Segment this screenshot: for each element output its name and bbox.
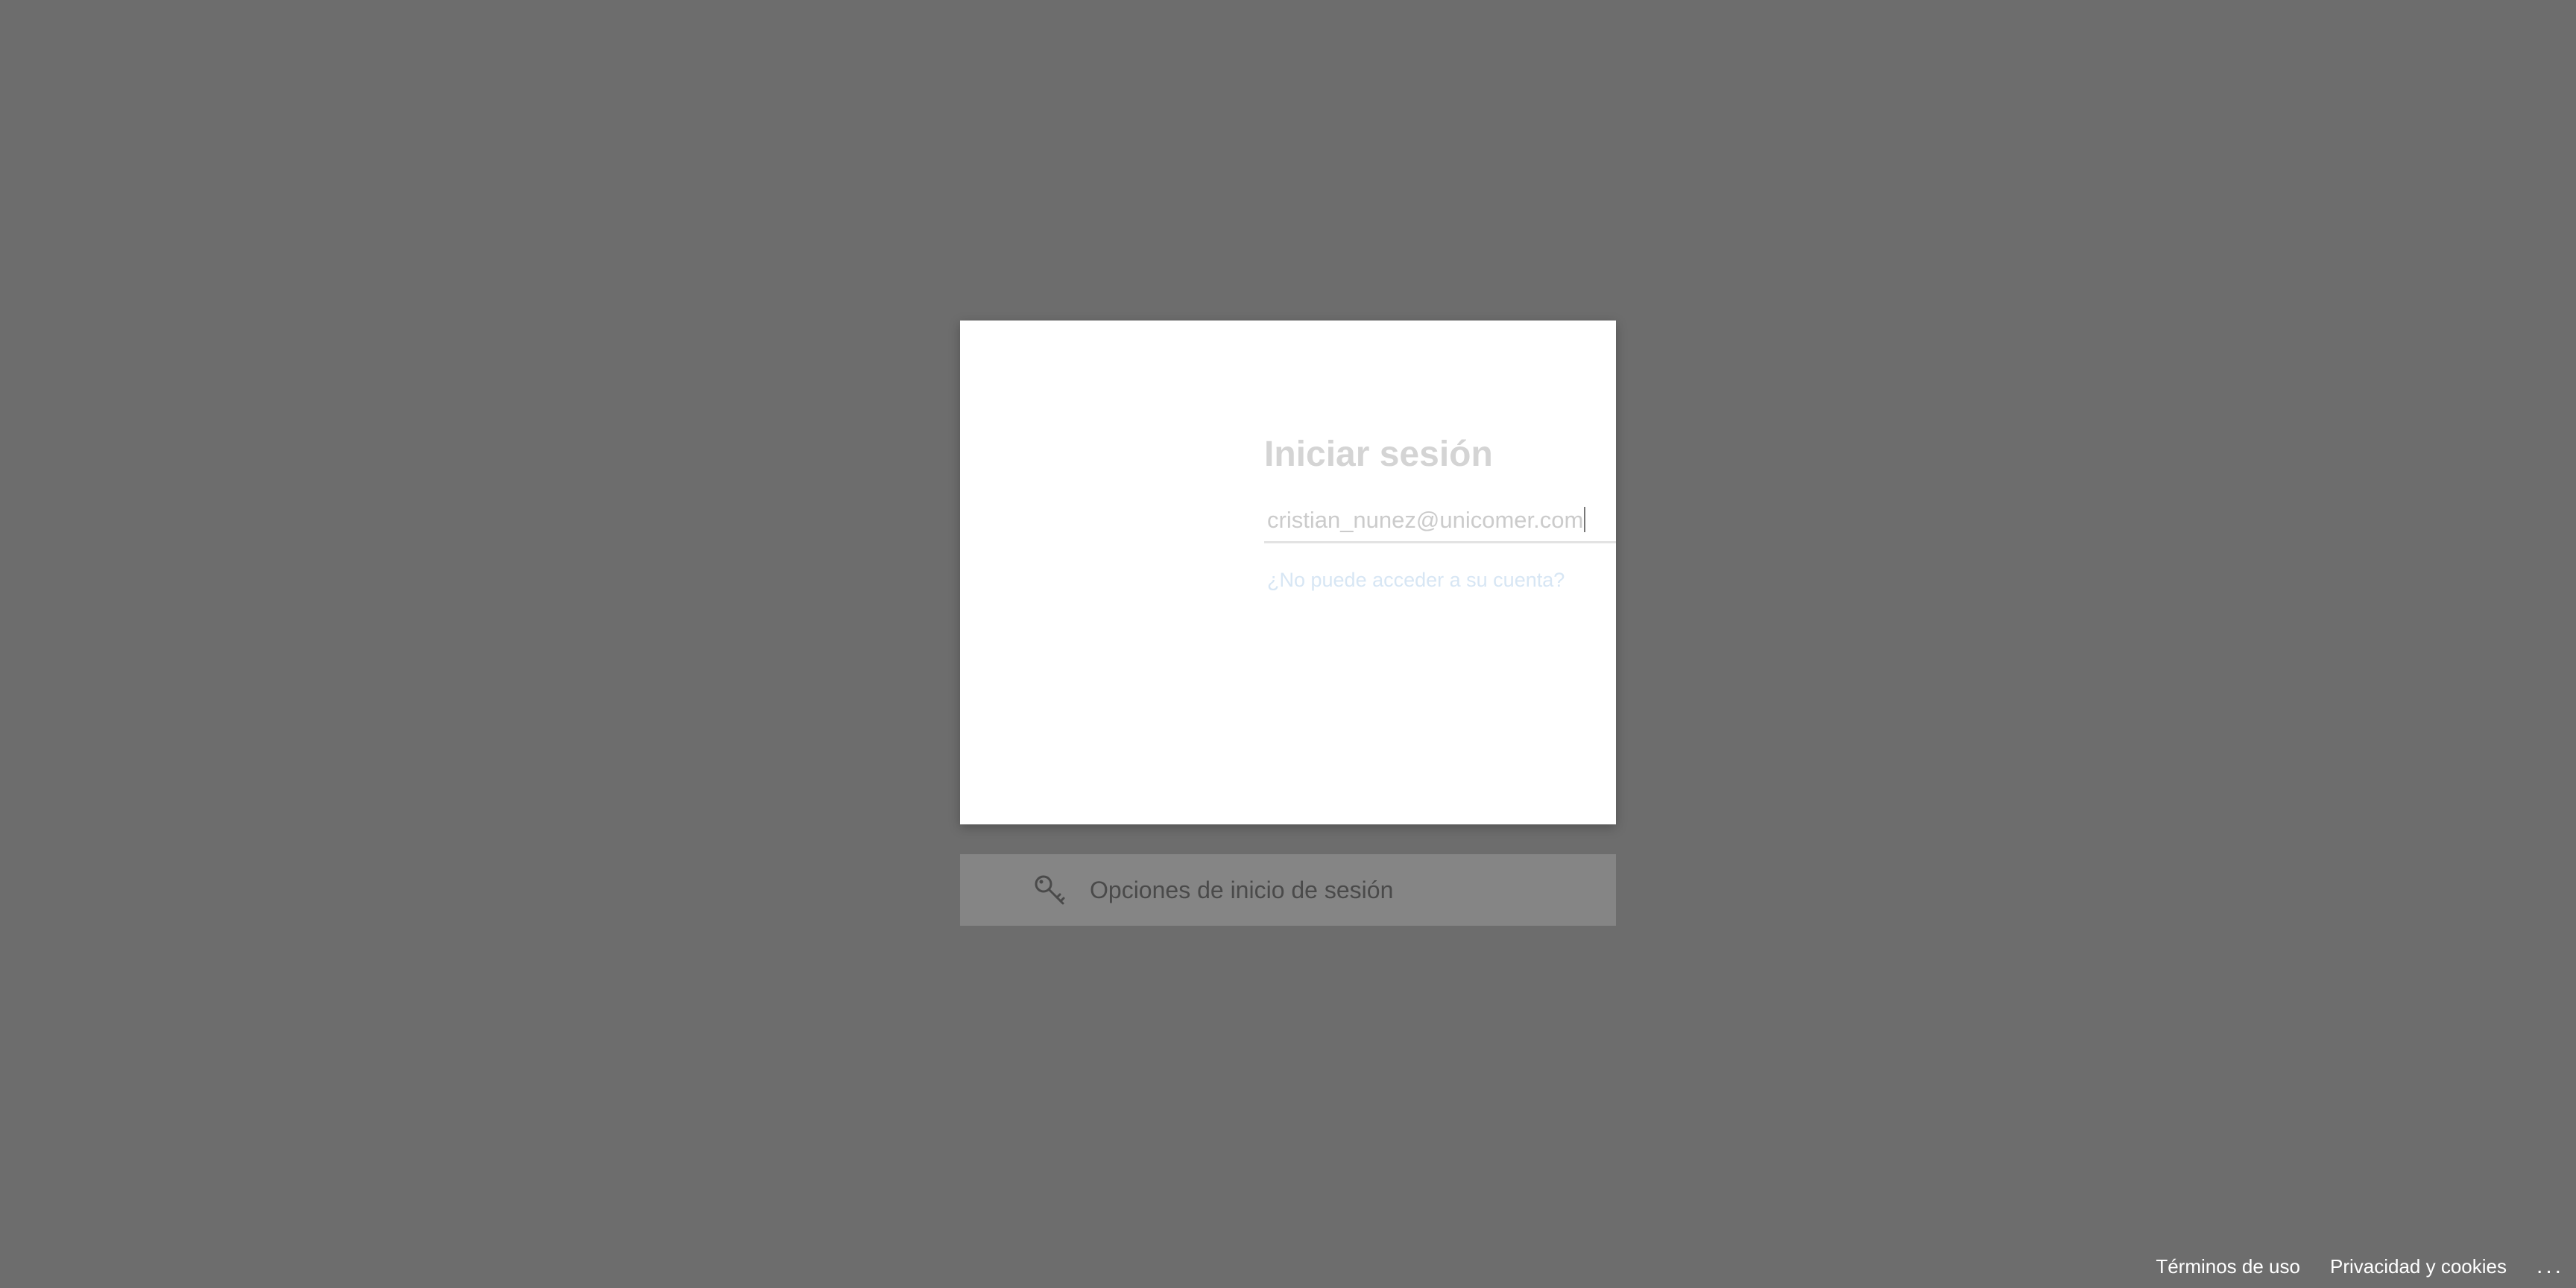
page-title: Iniciar sesión — [1264, 435, 1493, 474]
email-value-text: cristian_nunez@unicomer.com — [1267, 507, 1584, 533]
email-field-value[interactable]: cristian_nunez@unicomer.com — [1267, 507, 1586, 534]
key-icon — [1035, 875, 1065, 905]
text-caret — [1584, 507, 1586, 532]
terms-of-use-link[interactable]: Términos de uso — [2156, 1255, 2300, 1278]
privacy-cookies-link[interactable]: Privacidad y cookies — [2330, 1255, 2507, 1278]
cant-access-account-link[interactable]: ¿No puede acceder a su cuenta? — [1267, 569, 1565, 592]
signin-options-button[interactable]: Opciones de inicio de sesión — [960, 854, 1616, 926]
signin-card: Iniciar sesión cristian_nunez@unicomer.c… — [960, 321, 1616, 824]
footer: Términos de uso Privacidad y cookies ... — [2156, 1254, 2564, 1279]
signin-form: Iniciar sesión cristian_nunez@unicomer.c… — [1264, 437, 1616, 592]
email-field[interactable]: cristian_nunez@unicomer.com — [1264, 501, 1616, 543]
more-options-icon[interactable]: ... — [2536, 1254, 2564, 1279]
signin-options-label: Opciones de inicio de sesión — [1090, 877, 1394, 903]
